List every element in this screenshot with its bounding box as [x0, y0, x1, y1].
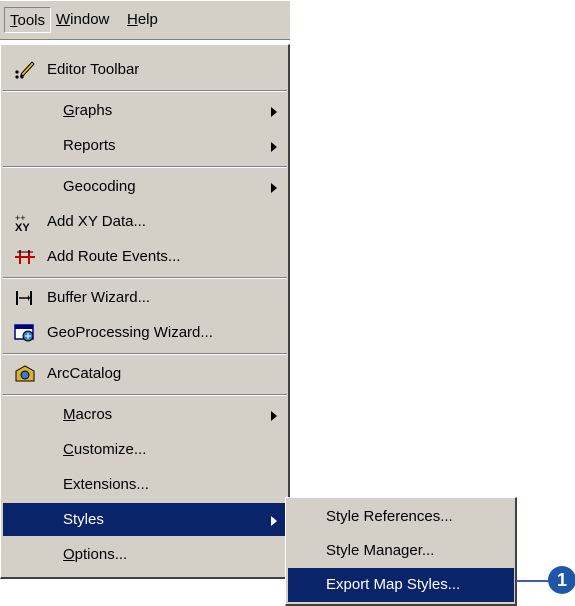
- submenu-arrow-icon: [271, 107, 277, 117]
- menu-item-options[interactable]: Options...: [3, 538, 287, 571]
- menu-help[interactable]: Help: [122, 7, 163, 33]
- menu-separator: [3, 90, 287, 92]
- menu-bar: Tools Window Help: [0, 0, 290, 40]
- menu-item-macros[interactable]: Macros: [3, 398, 287, 431]
- menu-separator: [3, 394, 287, 396]
- menu-tools[interactable]: Tools: [4, 7, 52, 33]
- styles-submenu: Style References... Style Manager... Exp…: [285, 497, 517, 606]
- menu-item-geoprocessing-wizard[interactable]: GeoProcessing Wizard...: [3, 316, 287, 349]
- step-callout-badge: 1: [548, 566, 575, 594]
- submenu-arrow-icon: [271, 142, 277, 152]
- menu-item-geocoding[interactable]: Geocoding: [3, 170, 287, 203]
- submenu-arrow-icon: [271, 183, 277, 193]
- arccatalog-icon: [13, 363, 37, 385]
- menu-separator: [3, 353, 287, 355]
- callout-leader-line: [516, 580, 550, 582]
- menu-item-graphs[interactable]: Graphs: [3, 94, 287, 127]
- menu-item-add-xy-data[interactable]: ++ XY Add XY Data...: [3, 205, 287, 238]
- submenu-item-style-references[interactable]: Style References...: [288, 500, 514, 534]
- buffer-wizard-icon: [13, 287, 37, 309]
- menu-item-reports[interactable]: Reports: [3, 129, 287, 162]
- menu-item-customize[interactable]: Customize...: [3, 433, 287, 466]
- svg-text:XY: XY: [15, 222, 30, 233]
- menu-item-extensions[interactable]: Extensions...: [3, 468, 287, 501]
- submenu-arrow-icon: [271, 516, 277, 526]
- menu-item-buffer-wizard[interactable]: Buffer Wizard...: [3, 281, 287, 314]
- menu-separator: [3, 277, 287, 279]
- submenu-arrow-icon: [271, 411, 277, 421]
- submenu-item-export-map-styles[interactable]: Export Map Styles...: [288, 568, 514, 602]
- menu-item-arccatalog[interactable]: ArcCatalog: [3, 357, 287, 390]
- editor-toolbar-icon: [13, 59, 37, 81]
- menu-item-editor-toolbar[interactable]: Editor Toolbar: [3, 53, 287, 86]
- menu-item-styles[interactable]: Styles: [3, 503, 287, 536]
- tools-menu: Editor Toolbar Graphs Reports Geocoding …: [0, 44, 290, 579]
- add-route-events-icon: [13, 246, 37, 268]
- menu-window[interactable]: Window: [51, 7, 114, 33]
- geoprocessing-wizard-icon: [13, 322, 37, 344]
- submenu-item-style-manager[interactable]: Style Manager...: [288, 534, 514, 568]
- menu-item-add-route-events[interactable]: Add Route Events...: [3, 240, 287, 273]
- menu-separator: [3, 166, 287, 168]
- add-xy-data-icon: ++ XY: [13, 211, 37, 233]
